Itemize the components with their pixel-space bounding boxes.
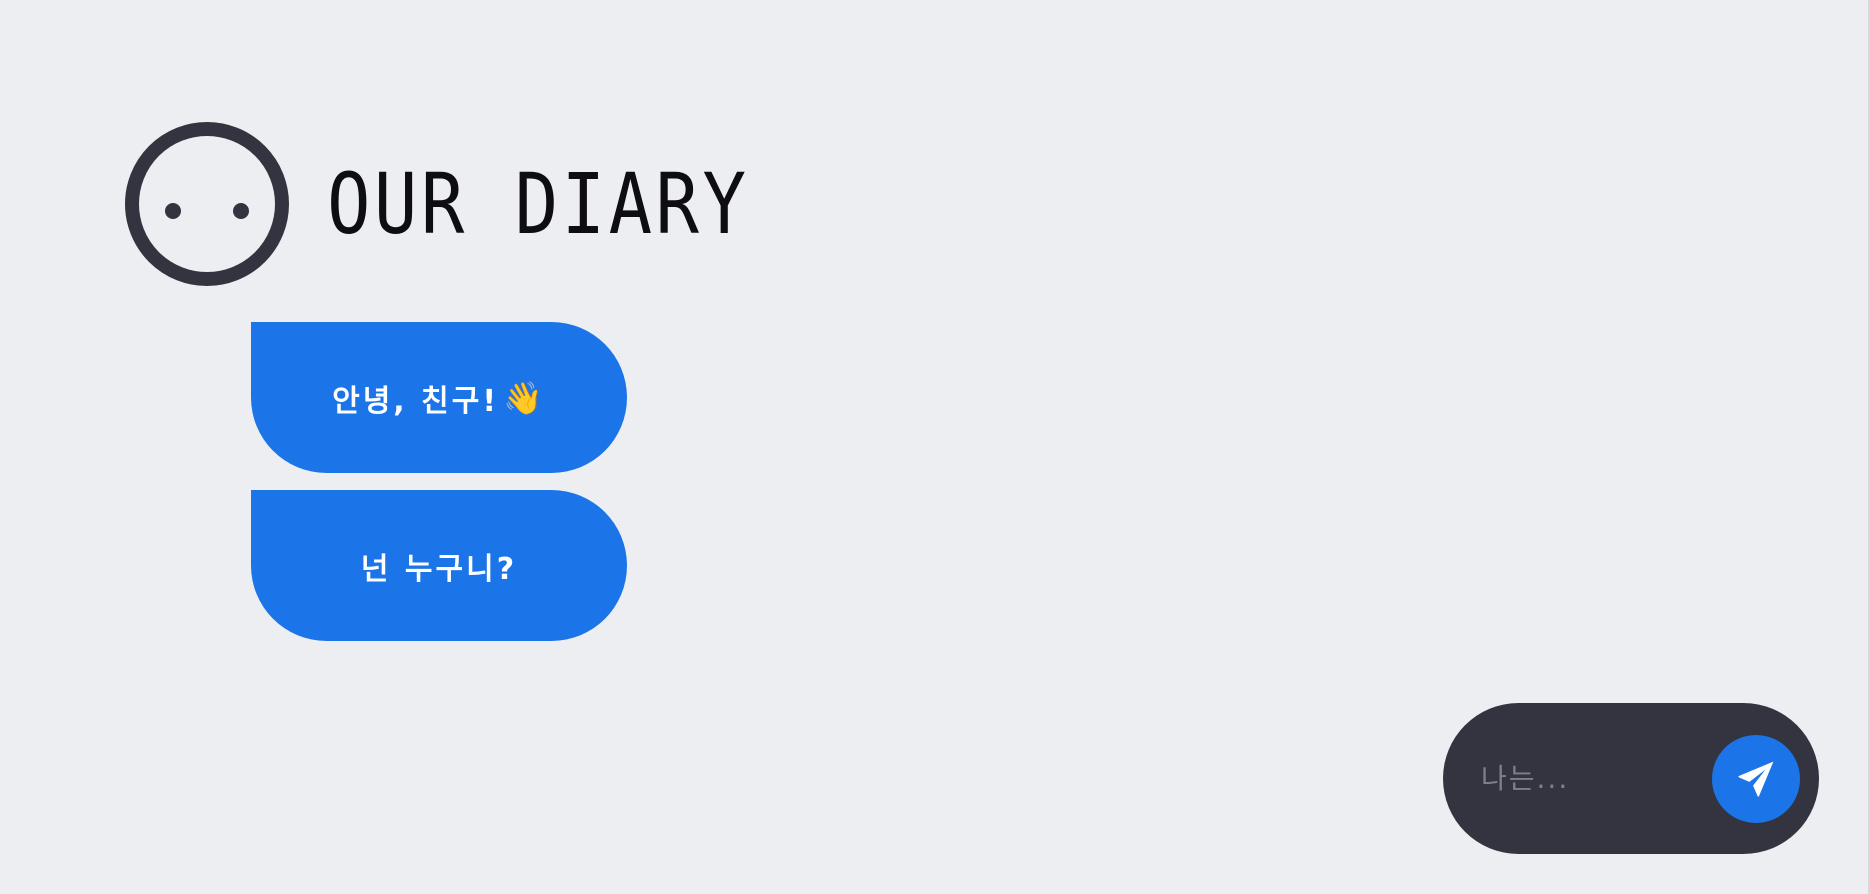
message-input[interactable] [1481,753,1681,803]
send-button[interactable] [1712,735,1800,823]
paper-plane-icon [1738,761,1774,797]
message-bubble: 안녕, 친구! 👋 [251,322,627,473]
page-title: OUR DIARY [327,155,750,253]
message-bubble: 넌 누구니? [251,490,627,641]
face-logo-icon [125,122,289,286]
message-composer [1443,703,1819,854]
logo-right-eye [233,203,249,219]
message-text: 넌 누구니? [360,551,518,587]
logo-left-eye [165,203,181,219]
message-text: 안녕, 친구! [332,383,500,419]
waving-hand-emoji-icon: 👋 [503,378,546,417]
page-header: OUR DIARY [125,122,818,286]
